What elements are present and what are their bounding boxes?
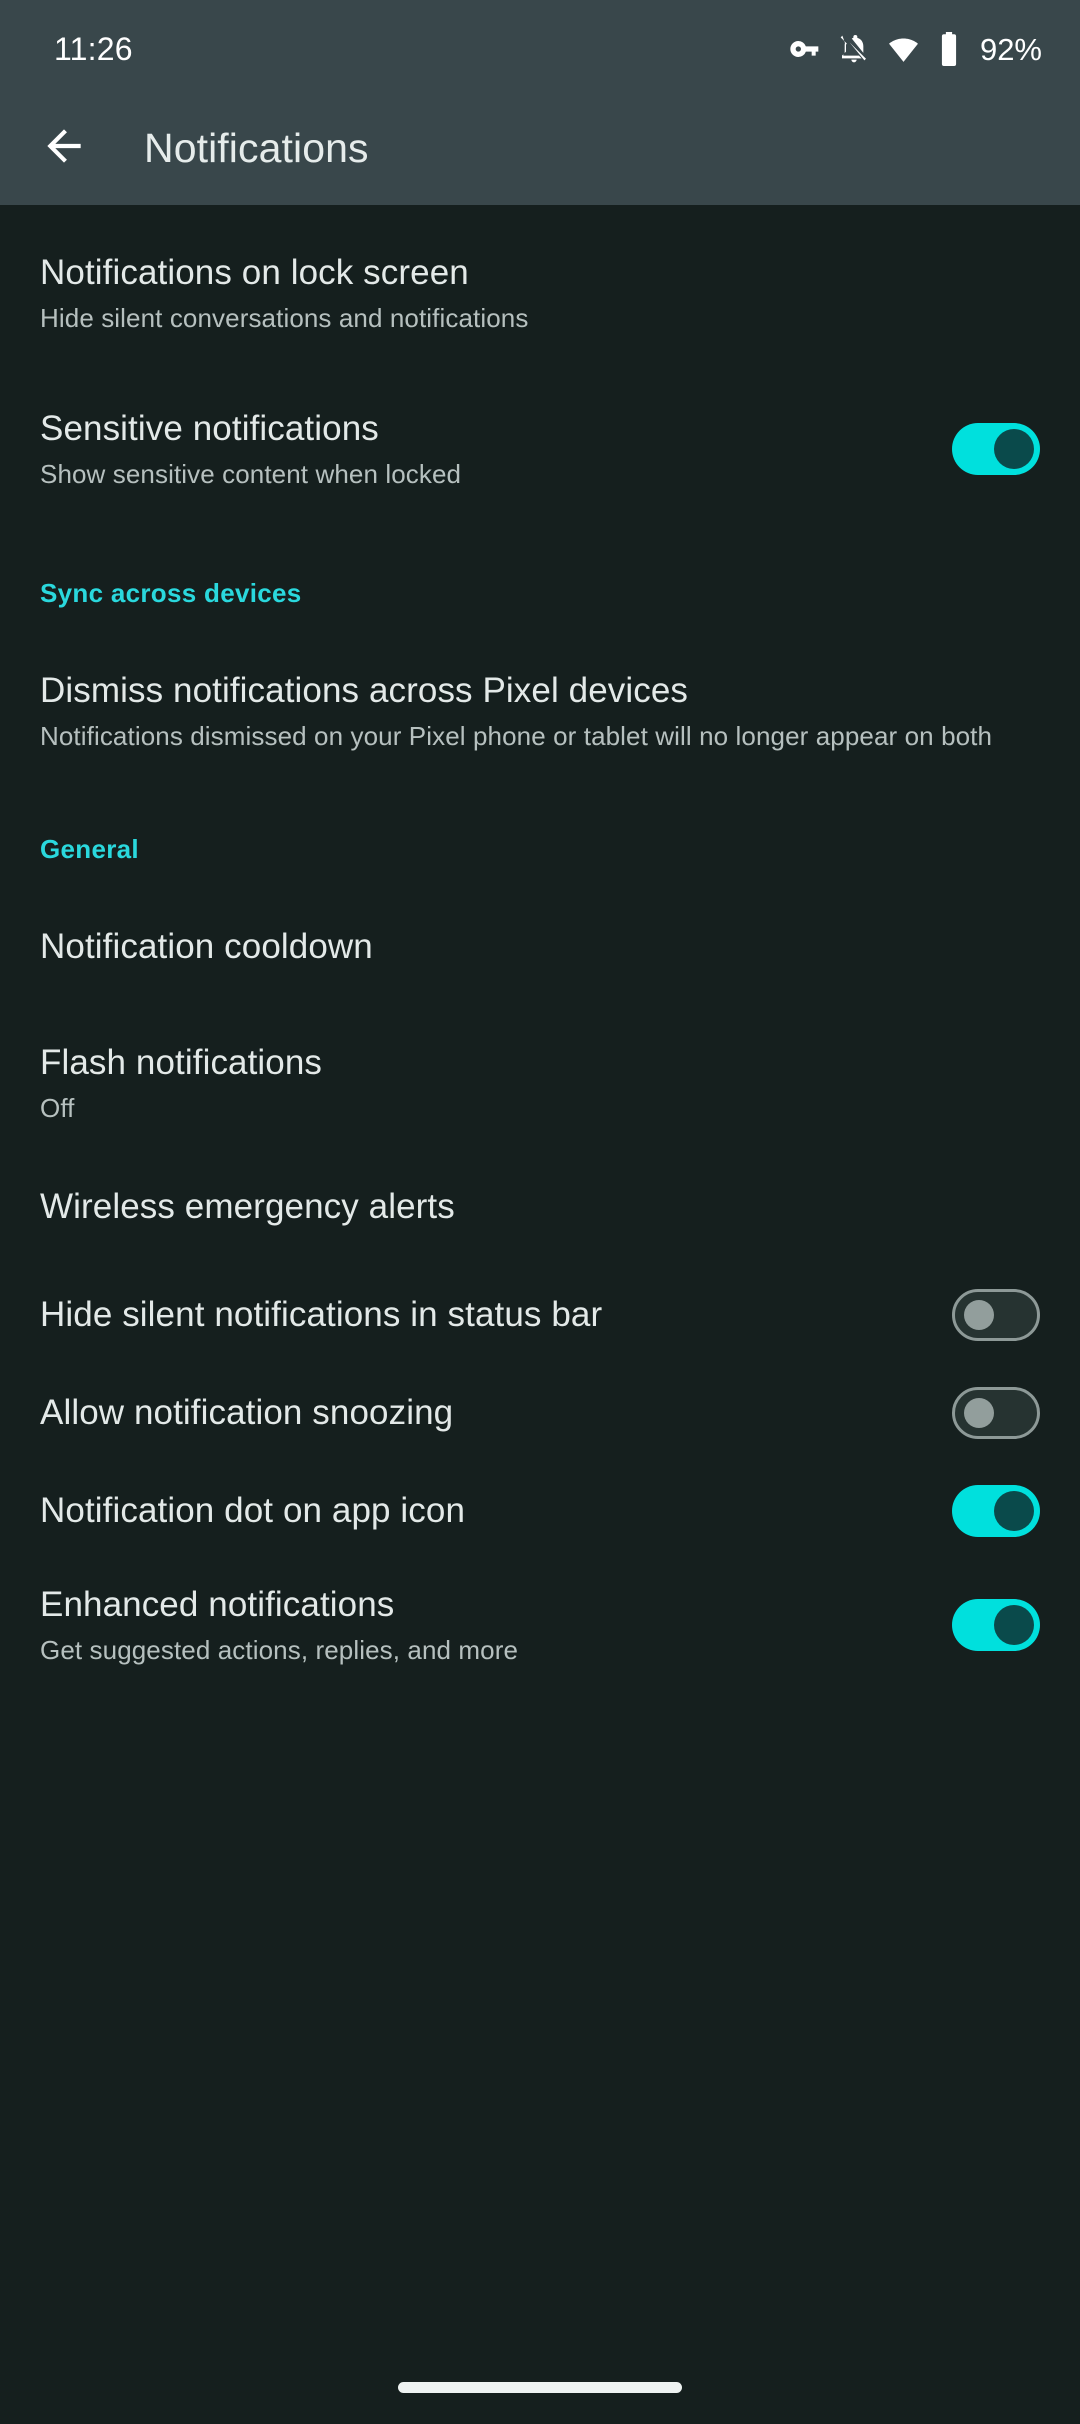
setting-row-enhanced-notifications[interactable]: Enhanced notifications Get suggested act… [0,1583,1080,1667]
setting-row-notification-dot-on-app-icon[interactable]: Notification dot on app icon [0,1485,1080,1537]
page-title: Notifications [144,125,369,171]
toggle-sensitive-notifications[interactable] [952,423,1040,475]
row-text-block: Wireless emergency alerts [40,1185,1040,1229]
row-text-block: Notification cooldown [40,925,1040,969]
wifi-icon [887,33,920,66]
back-arrow-icon [39,121,89,176]
status-bar: 11:26 92% [0,0,1080,92]
toggle-enhanced-notifications[interactable] [952,1599,1040,1651]
setting-title: Hide silent notifications in status bar [40,1295,603,1334]
setting-title: Allow notification snoozing [40,1393,454,1432]
setting-title: Wireless emergency alerts [40,1187,455,1226]
status-bar-clock: 11:26 [54,31,133,67]
setting-row-hide-silent-notifications[interactable]: Hide silent notifications in status bar [0,1289,1080,1341]
phone-screen: 11:26 92% Notifications Notifications on… [0,0,1080,2424]
setting-row-allow-notification-snoozing[interactable]: Allow notification snoozing [0,1387,1080,1439]
setting-title: Notifications on lock screen [40,253,469,292]
row-text-block: Flash notifications Off [40,1041,1040,1125]
setting-subtitle: Show sensitive content when locked [40,459,462,489]
setting-row-flash-notifications[interactable]: Flash notifications Off [0,1041,1080,1125]
row-toggle-slot [952,1599,1040,1651]
battery-percentage: 92% [979,31,1042,67]
section-header-general: General [40,834,139,864]
status-bar-icons: 92% [789,26,1042,66]
row-text-block: Sensitive notifications Show sensitive c… [40,407,924,491]
setting-title: Notification dot on app icon [40,1491,466,1530]
app-bar-region: 11:26 92% Notifications [0,0,1080,205]
row-text-block: Notifications on lock screen Hide silent… [40,251,1040,335]
row-text-block: Enhanced notifications Get suggested act… [40,1583,924,1667]
setting-row-notifications-on-lock-screen[interactable]: Notifications on lock screen Hide silent… [0,251,1080,335]
setting-title: Sensitive notifications [40,409,379,448]
toggle-knob [964,1398,994,1428]
title-bar: Notifications [0,92,1080,205]
setting-title: Notification cooldown [40,927,373,966]
setting-title: Flash notifications [40,1043,323,1082]
row-text-block: Hide silent notifications in status bar [40,1293,924,1337]
toggle-knob [994,1605,1034,1645]
toggle-knob [964,1300,994,1330]
section-header-sync-across-devices: Sync across devices [40,578,302,608]
setting-row-dismiss-across-pixel-devices[interactable]: Dismiss notifications across Pixel devic… [0,669,1080,753]
setting-title: Dismiss notifications across Pixel devic… [40,671,689,710]
home-gesture-pill[interactable] [398,2381,682,2393]
setting-subtitle: Hide silent conversations and notificati… [40,303,529,333]
row-toggle-slot [952,423,1040,475]
row-text-block: Notification dot on app icon [40,1489,924,1533]
navigation-bar [0,2350,1080,2424]
setting-row-sensitive-notifications[interactable]: Sensitive notifications Show sensitive c… [0,407,1080,491]
toggle-knob [994,1491,1034,1531]
row-toggle-slot [952,1485,1040,1537]
setting-subtitle: Notifications dismissed on your Pixel ph… [40,721,993,751]
battery-icon [937,32,961,66]
settings-list[interactable]: Notifications on lock screen Hide silent… [0,205,1080,2350]
vpn-key-icon [789,33,821,65]
back-button[interactable] [28,113,100,185]
toggle-knob [994,429,1034,469]
row-toggle-slot [952,1387,1040,1439]
setting-subtitle: Off [40,1093,75,1123]
setting-row-notification-cooldown[interactable]: Notification cooldown [0,925,1080,969]
setting-row-wireless-emergency-alerts[interactable]: Wireless emergency alerts [0,1185,1080,1229]
toggle-hide-silent-notifications[interactable] [952,1289,1040,1341]
row-toggle-slot [952,1289,1040,1341]
ringer-mute-icon [838,33,870,65]
toggle-allow-notification-snoozing[interactable] [952,1387,1040,1439]
row-text-block: Dismiss notifications across Pixel devic… [40,669,1040,753]
toggle-notification-dot-on-app-icon[interactable] [952,1485,1040,1537]
setting-subtitle: Get suggested actions, replies, and more [40,1635,519,1665]
setting-title: Enhanced notifications [40,1585,395,1624]
row-text-block: Allow notification snoozing [40,1391,924,1435]
